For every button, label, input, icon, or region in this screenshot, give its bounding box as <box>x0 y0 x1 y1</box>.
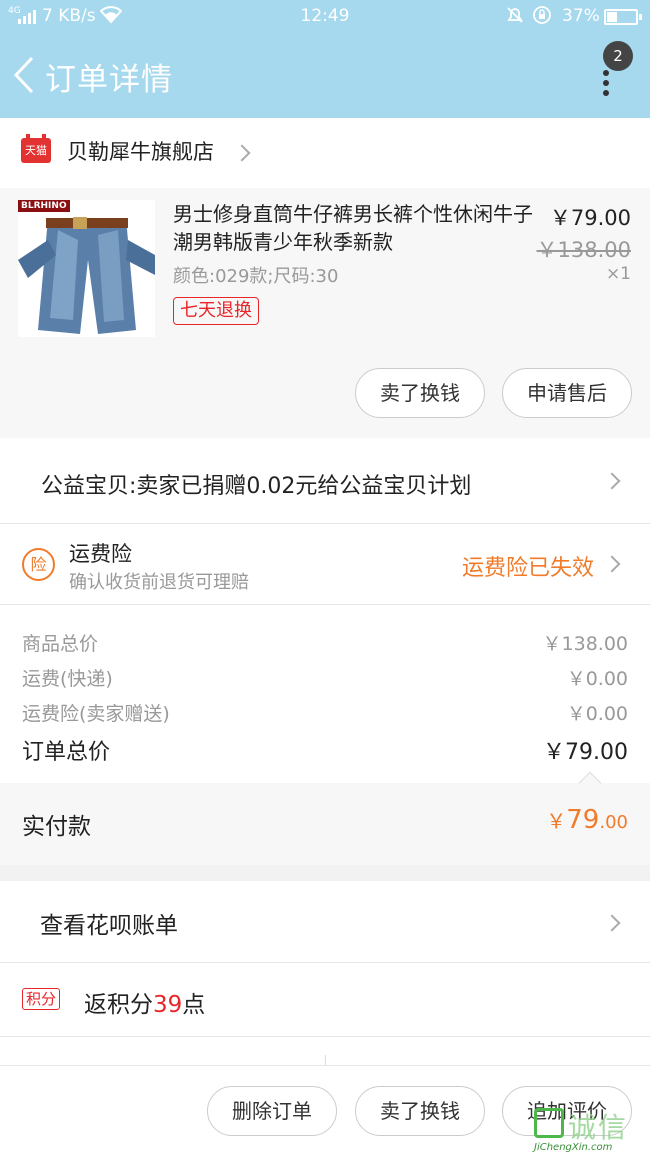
charity-row[interactable]: 公益宝贝:卖家已捐赠0.02元给公益宝贝计划 <box>0 438 650 524</box>
status-bar: 4G 7 KB/s 12:49 37% <box>0 0 650 32</box>
order-total-label: 订单总价 <box>22 740 111 765</box>
seven-day-return-tag: 七天退换 <box>173 297 259 325</box>
shipping-insurance-row[interactable]: 险 运费险 确认收货前退货可理赔 运费险已失效 <box>0 524 650 605</box>
order-total-value: ￥79.00 <box>543 740 628 765</box>
divider <box>325 1055 326 1065</box>
summary-row: 商品总价 ￥138.00 <box>22 629 628 656</box>
nav-bar: 订单详情 2 <box>0 32 650 118</box>
summary-label: 运费险(卖家赠送) <box>22 703 170 725</box>
insurance-icon: 险 <box>22 548 55 581</box>
actual-payment-label: 实付款 <box>22 814 91 840</box>
points-tag: 积分 <box>22 988 61 1010</box>
price-summary: 商品总价 ￥138.00 运费(快递) ￥0.00 运费险(卖家赠送) ￥0.0… <box>0 605 650 783</box>
message-badge[interactable]: 2 <box>603 41 633 71</box>
chevron-right-icon <box>603 914 621 932</box>
brand-label: BLRHINO <box>18 200 70 212</box>
chevron-right-icon <box>233 144 251 162</box>
product-card[interactable]: BLRHINO 男士修身直筒牛仔裤男长裤个性休闲牛子潮男韩版青少年秋季新款 颜色… <box>0 188 650 438</box>
battery-percent: 37% <box>562 6 600 26</box>
summary-value: ￥138.00 <box>542 633 628 655</box>
delete-order-button[interactable]: 删除订单 <box>207 1086 337 1136</box>
points-number: 39 <box>153 992 183 1018</box>
insurance-subtitle: 确认收货前退货可理赔 <box>69 572 249 593</box>
divider-row <box>0 1037 650 1065</box>
summary-value: ￥0.00 <box>566 668 628 690</box>
watermark: 诚信 JiChengXin.com <box>530 1104 648 1154</box>
chevron-right-icon <box>603 472 621 490</box>
rotation-lock-icon <box>532 5 552 30</box>
huabei-bill-text: 查看花呗账单 <box>40 913 178 939</box>
points-row: 积分 返积分39点 <box>0 963 650 1037</box>
watermark-logo-icon <box>534 1108 564 1138</box>
mute-icon <box>505 5 525 30</box>
shop-row[interactable]: 天猫 贝勒犀牛旗舰店 <box>0 118 650 188</box>
insurance-status: 运费险已失效 <box>462 556 595 581</box>
points-prefix: 返积分 <box>84 992 153 1018</box>
more-icon[interactable] <box>598 70 614 96</box>
battery-icon <box>604 9 642 25</box>
amount-decimal: .00 <box>599 812 628 833</box>
summary-value: ￥0.00 <box>566 703 628 725</box>
watermark-url: JiChengXin.com <box>534 1142 613 1153</box>
product-quantity: ×1 <box>605 264 631 284</box>
actual-payment-value: ￥79.00 <box>546 805 628 835</box>
currency-symbol: ￥ <box>546 809 567 833</box>
sell-button-bottom[interactable]: 卖了换钱 <box>355 1086 485 1136</box>
sell-button[interactable]: 卖了换钱 <box>355 368 485 418</box>
points-text: 返积分39点 <box>84 985 205 1019</box>
page-title: 订单详情 <box>45 62 173 98</box>
summary-row: 运费(快递) ￥0.00 <box>22 664 628 691</box>
summary-label: 商品总价 <box>22 633 99 655</box>
after-sale-button[interactable]: 申请售后 <box>502 368 632 418</box>
huabei-bill-row[interactable]: 查看花呗账单 <box>0 881 650 963</box>
tmall-logo-icon: 天猫 <box>21 134 51 163</box>
amount-integer: 79 <box>566 805 600 835</box>
insurance-title: 运费险 <box>69 542 132 566</box>
product-image[interactable]: BLRHINO <box>18 200 155 337</box>
shop-name: 贝勒犀牛旗舰店 <box>67 140 214 164</box>
product-price: ￥79.00 <box>549 206 631 230</box>
back-arrow-icon[interactable] <box>10 54 38 96</box>
summary-label: 运费(快递) <box>22 668 113 690</box>
order-total-row: 订单总价 ￥79.00 <box>22 734 628 766</box>
chevron-right-icon <box>603 555 621 573</box>
summary-row: 运费险(卖家赠送) ￥0.00 <box>22 699 628 726</box>
product-spec: 颜色:029款;尺码:30 <box>173 266 339 287</box>
product-original-price: ￥138.00 <box>536 238 631 262</box>
charity-text: 公益宝贝:卖家已捐赠0.02元给公益宝贝计划 <box>41 474 472 499</box>
product-title[interactable]: 男士修身直筒牛仔裤男长裤个性休闲牛子潮男韩版青少年秋季新款 <box>173 200 533 256</box>
watermark-text: 诚信 <box>568 1111 629 1144</box>
actual-payment-row: 实付款 ￥79.00 <box>0 771 650 865</box>
points-suffix: 点 <box>182 992 206 1018</box>
clock: 12:49 <box>300 6 350 26</box>
